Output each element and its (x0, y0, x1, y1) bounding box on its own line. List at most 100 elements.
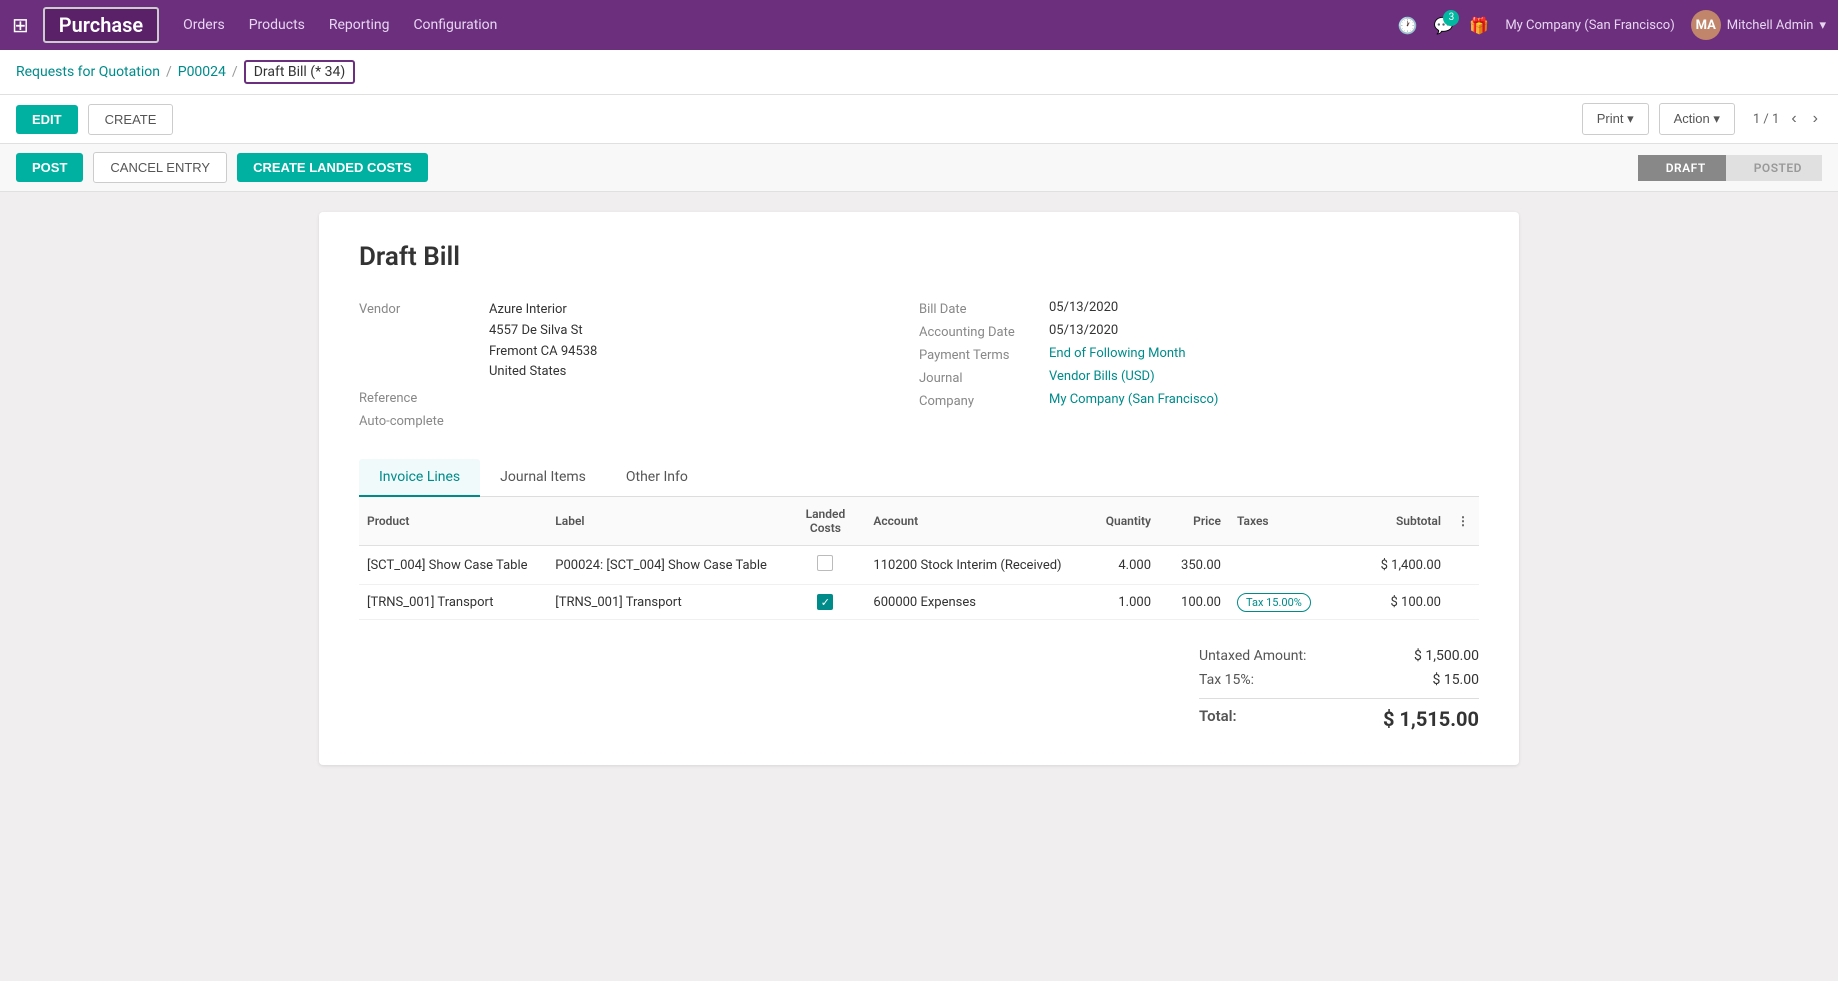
bill-date-label: Bill Date (919, 300, 1049, 317)
vendor-addr1: 4557 De Silva St (489, 321, 597, 342)
row1-quantity: 4.000 (1079, 546, 1159, 585)
user-dropdown-icon: ▾ (1819, 18, 1826, 33)
user-menu[interactable]: MA Mitchell Admin ▾ (1691, 10, 1826, 40)
print-label: Print (1597, 111, 1624, 126)
th-account: Account (865, 497, 1079, 546)
breadcrumb-sep1: / (166, 64, 172, 80)
row1-landed[interactable] (785, 546, 865, 585)
accounting-date-value[interactable]: 05/13/2020 (1049, 323, 1118, 338)
th-quantity: Quantity (1079, 497, 1159, 546)
grid-icon[interactable]: ⊞ (12, 13, 29, 37)
tabs: Invoice Lines Journal Items Other Info (359, 459, 1479, 497)
table-row[interactable]: [SCT_004] Show Case Table P00024: [SCT_0… (359, 546, 1479, 585)
table-menu-icon[interactable]: ⋮ (1457, 514, 1469, 528)
row1-subtotal: $ 1,400.00 (1349, 546, 1449, 585)
pagination-next[interactable]: › (1809, 108, 1822, 130)
menu-reporting[interactable]: Reporting (329, 13, 390, 37)
row2-landed[interactable]: ✓ (785, 585, 865, 620)
pagination-prev[interactable]: ‹ (1787, 108, 1800, 130)
row2-label: [TRNS_001] Transport (547, 585, 785, 620)
status-posted[interactable]: POSTED (1726, 155, 1822, 181)
clock-icon[interactable]: 🕐 (1398, 16, 1418, 35)
table-row[interactable]: [TRNS_001] Transport [TRNS_001] Transpor… (359, 585, 1479, 620)
edit-button[interactable]: EDIT (16, 105, 78, 134)
payment-terms-label: Payment Terms (919, 346, 1049, 363)
pagination: 1 / 1 ‹ › (1753, 108, 1822, 130)
vendor-label: Vendor (359, 300, 489, 317)
main-content: Draft Bill Vendor Azure Interior 4557 De… (0, 192, 1838, 981)
username: Mitchell Admin (1727, 18, 1814, 33)
row2-quantity: 1.000 (1079, 585, 1159, 620)
topnav: ⊞ Purchase Orders Products Reporting Con… (0, 0, 1838, 50)
print-button[interactable]: Print ▾ (1582, 103, 1649, 135)
action-label: Action (1674, 111, 1710, 126)
untaxed-value: $ 1,500.00 (1414, 648, 1479, 664)
row2-subtotal: $ 100.00 (1349, 585, 1449, 620)
company-selector[interactable]: My Company (San Francisco) (1505, 18, 1674, 33)
reference-row: Reference (359, 389, 899, 406)
row2-price: 100.00 (1159, 585, 1229, 620)
total-label: Total: (1199, 707, 1237, 731)
app-title[interactable]: Purchase (43, 7, 159, 43)
row1-label: P00024: [SCT_004] Show Case Table (547, 546, 785, 585)
row1-account: 110200 Stock Interim (Received) (865, 546, 1079, 585)
th-price: Price (1159, 497, 1229, 546)
row1-menu (1449, 546, 1479, 585)
journal-row: Journal Vendor Bills (USD) (919, 369, 1459, 386)
row2-landed-checkbox[interactable]: ✓ (817, 594, 833, 610)
cancel-entry-button[interactable]: CANCEL ENTRY (93, 152, 227, 183)
status-draft[interactable]: DRAFT (1638, 155, 1726, 181)
status-bar: POST CANCEL ENTRY CREATE LANDED COSTS DR… (0, 144, 1838, 192)
tab-journal-items[interactable]: Journal Items (480, 459, 606, 497)
action-bar: EDIT CREATE Print ▾ Action ▾ 1 / 1 ‹ › (0, 95, 1838, 144)
untaxed-label: Untaxed Amount: (1199, 648, 1306, 664)
invoice-table: Product Label Landed Costs Account Quant… (359, 497, 1479, 620)
tab-other-info[interactable]: Other Info (606, 459, 708, 497)
bill-date-value[interactable]: 05/13/2020 (1049, 300, 1118, 315)
company-value[interactable]: My Company (San Francisco) (1049, 392, 1218, 407)
breadcrumb-rfq[interactable]: Requests for Quotation (16, 64, 160, 80)
document-card: Draft Bill Vendor Azure Interior 4557 De… (319, 212, 1519, 765)
action-button[interactable]: Action ▾ (1659, 103, 1735, 135)
vendor-name[interactable]: Azure Interior (489, 300, 597, 321)
menu-orders[interactable]: Orders (183, 13, 225, 37)
journal-value[interactable]: Vendor Bills (USD) (1049, 369, 1155, 384)
form-left: Vendor Azure Interior 4557 De Silva St F… (359, 300, 919, 435)
th-menu: ⋮ (1449, 497, 1479, 546)
autocomplete-label: Auto-complete (359, 412, 489, 429)
total-row: Total: $ 1,515.00 (1199, 698, 1479, 735)
form-grid: Vendor Azure Interior 4557 De Silva St F… (359, 300, 1479, 435)
gift-icon[interactable]: 🎁 (1469, 16, 1489, 35)
status-steps: DRAFT POSTED (1638, 155, 1822, 181)
menu-configuration[interactable]: Configuration (413, 13, 497, 37)
avatar: MA (1691, 10, 1721, 40)
row2-menu (1449, 585, 1479, 620)
untaxed-row: Untaxed Amount: $ 1,500.00 (1199, 644, 1479, 668)
reference-label: Reference (359, 389, 489, 406)
action-dropdown-icon: ▾ (1713, 111, 1720, 126)
chat-badge-wrap[interactable]: 💬 3 (1433, 16, 1453, 35)
totals-section: Untaxed Amount: $ 1,500.00 Tax 15%: $ 15… (359, 644, 1479, 735)
company-label: Company (919, 392, 1049, 409)
post-button[interactable]: POST (16, 153, 83, 182)
vendor-addr3: United States (489, 362, 597, 383)
breadcrumb-sep2: / (232, 64, 238, 80)
th-product: Product (359, 497, 547, 546)
create-landed-costs-button[interactable]: CREATE LANDED COSTS (237, 153, 428, 182)
topnav-menu: Orders Products Reporting Configuration (183, 13, 1389, 37)
tab-invoice-lines[interactable]: Invoice Lines (359, 459, 480, 497)
company-row: Company My Company (San Francisco) (919, 392, 1459, 409)
row2-taxes: Tax 15.00% (1229, 585, 1349, 620)
tax-badge[interactable]: Tax 15.00% (1237, 593, 1311, 612)
breadcrumb-current: Draft Bill (* 34) (244, 60, 356, 84)
breadcrumb: Requests for Quotation / P00024 / Draft … (0, 50, 1838, 95)
breadcrumb-po[interactable]: P00024 (178, 64, 226, 80)
create-button[interactable]: CREATE (88, 104, 174, 135)
th-subtotal: Subtotal (1349, 497, 1449, 546)
row1-product: [SCT_004] Show Case Table (359, 546, 547, 585)
menu-products[interactable]: Products (249, 13, 305, 37)
payment-terms-value[interactable]: End of Following Month (1049, 346, 1185, 361)
row1-landed-checkbox[interactable] (817, 555, 833, 571)
document-title: Draft Bill (359, 242, 1479, 272)
vendor-value: Azure Interior 4557 De Silva St Fremont … (489, 300, 597, 383)
